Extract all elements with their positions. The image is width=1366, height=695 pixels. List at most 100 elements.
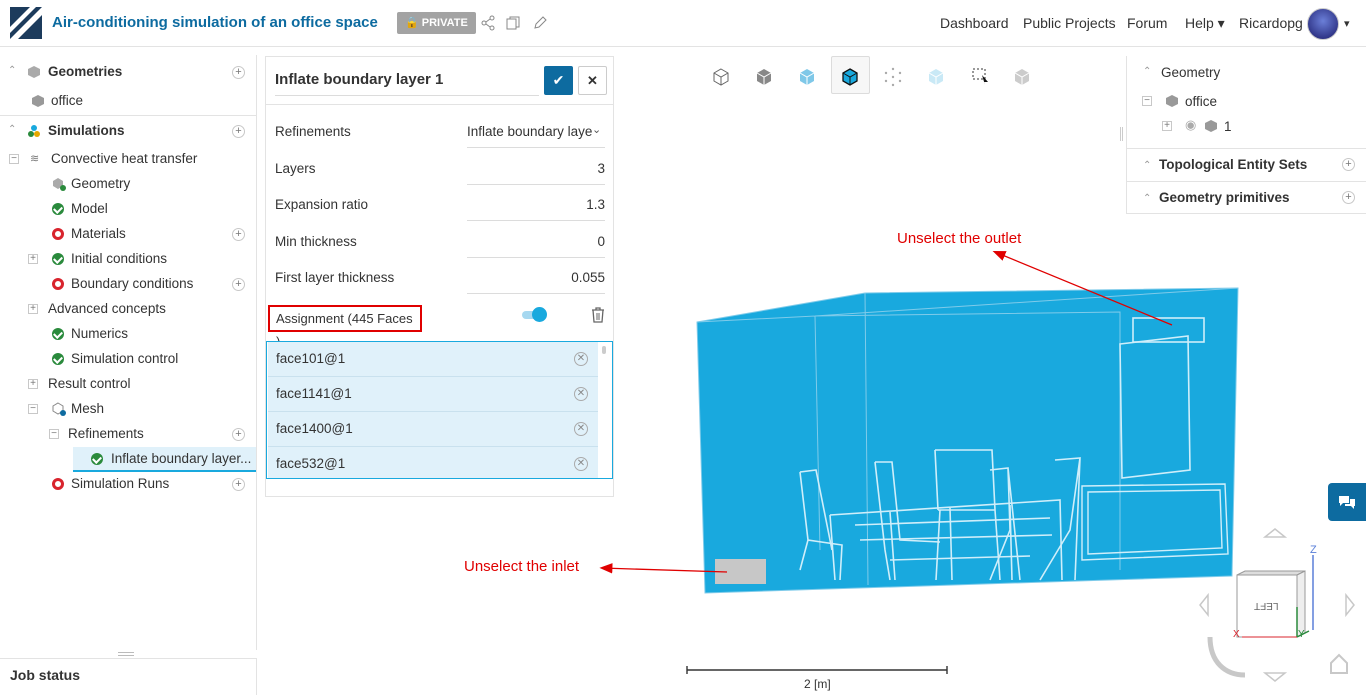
layers-input[interactable]: 3 <box>467 161 605 185</box>
tree-item-materials[interactable]: Materials <box>71 222 126 246</box>
property-panel: Inflate boundary layer 1 ✔ ✕ Refinements… <box>265 56 614 497</box>
collapse-icon[interactable]: ⌃ <box>1143 193 1151 204</box>
tree-geometries[interactable]: Geometries <box>48 60 122 84</box>
remove-icon[interactable]: ✕ <box>574 352 588 366</box>
collapse-box-icon[interactable]: − <box>9 154 19 164</box>
add-simulation-button[interactable]: + <box>232 125 245 138</box>
simscale-logo[interactable] <box>10 7 42 39</box>
check-icon <box>52 203 64 215</box>
resize-handle[interactable] <box>1120 127 1123 141</box>
refinements-select[interactable]: Inflate boundary laye <box>467 124 605 148</box>
add-refinement-button[interactable]: + <box>232 428 245 441</box>
surface-view-icon[interactable] <box>789 59 825 93</box>
edit-icon[interactable] <box>532 15 548 31</box>
assignment-label: Assignment (445 Faces ) <box>268 305 422 349</box>
resize-handle[interactable] <box>118 652 134 656</box>
tree-item-inflate-boundary-layer[interactable]: Inflate boundary layer... <box>111 447 251 471</box>
part-label[interactable]: 1 <box>1224 119 1232 134</box>
collapse-box-icon[interactable]: − <box>28 404 38 414</box>
axis-y-label: Y <box>1298 629 1305 640</box>
nav-public-projects[interactable]: Public Projects <box>1023 15 1116 31</box>
confirm-button[interactable]: ✔ <box>544 66 573 95</box>
list-item[interactable]: face532@1 ✕ <box>268 447 598 478</box>
add-boundary-condition-button[interactable]: + <box>232 278 245 291</box>
geometry-header[interactable]: Geometry <box>1161 65 1220 80</box>
collapse-icon[interactable]: ⌃ <box>1143 66 1151 77</box>
remove-icon[interactable]: ✕ <box>574 422 588 436</box>
nav-help[interactable]: Help ▾ <box>1185 15 1225 32</box>
job-status-panel[interactable]: Job status <box>0 658 257 695</box>
copy-icon[interactable] <box>505 15 521 31</box>
tree-sim-convective[interactable]: Convective heat transfer <box>51 147 197 171</box>
expand-box-icon[interactable]: + <box>1162 121 1172 131</box>
close-button[interactable]: ✕ <box>578 66 607 95</box>
geometry-panel: ⌃ Geometry − office + ◉ 1 ⌃ Topological … <box>1126 56 1366 214</box>
tree-item-simulation-control[interactable]: Simulation control <box>71 347 178 371</box>
avatar[interactable] <box>1307 8 1339 40</box>
user-name[interactable]: Ricardopg <box>1239 15 1303 31</box>
share-icon[interactable] <box>480 15 496 31</box>
collapse-icon[interactable]: ⌃ <box>1143 160 1151 171</box>
scrollbar[interactable] <box>602 346 606 354</box>
list-item[interactable]: face1400@1 ✕ <box>268 412 598 447</box>
tree-item-result-control[interactable]: Result control <box>48 372 131 396</box>
collapse-box-icon[interactable]: − <box>49 429 59 439</box>
simulation-tree: ⌃ Geometries + office ⌃ Simulations + − … <box>0 55 257 650</box>
expand-box-icon[interactable]: + <box>28 379 38 389</box>
nav-forum[interactable]: Forum <box>1127 15 1167 31</box>
expand-box-icon[interactable]: + <box>28 254 38 264</box>
tree-item-advanced-concepts[interactable]: Advanced concepts <box>48 297 166 321</box>
transparent-view-icon[interactable] <box>918 59 954 93</box>
solid-view-icon[interactable] <box>746 59 782 93</box>
topological-entity-sets-header[interactable]: Topological Entity Sets <box>1159 157 1307 172</box>
office-model[interactable] <box>690 280 1240 600</box>
box-select-icon[interactable] <box>962 59 998 93</box>
tree-item-office[interactable]: office <box>1185 94 1217 109</box>
collapse-box-icon[interactable]: − <box>1142 96 1152 106</box>
wireframe-surface-icon[interactable] <box>832 59 868 93</box>
tree-item-office[interactable]: office <box>51 89 83 113</box>
tree-item-mesh[interactable]: Mesh <box>71 397 104 421</box>
tree-item-simulation-runs[interactable]: Simulation Runs <box>71 472 169 496</box>
min-thickness-label: Min thickness <box>275 234 357 249</box>
tree-simulations[interactable]: Simulations <box>48 119 125 143</box>
chat-button[interactable] <box>1328 483 1366 521</box>
chevron-down-icon[interactable]: ▾ <box>1344 17 1350 30</box>
trash-icon[interactable] <box>591 307 605 323</box>
add-geometry-button[interactable]: + <box>232 66 245 79</box>
eye-icon[interactable]: ◉ <box>1185 117 1196 133</box>
nav-dashboard[interactable]: Dashboard <box>940 15 1009 31</box>
chat-icon <box>1339 496 1355 509</box>
geometry-primitives-header[interactable]: Geometry primitives <box>1159 190 1290 205</box>
collapse-icon[interactable]: ⌃ <box>8 124 16 135</box>
collapse-icon[interactable]: ⌃ <box>8 65 16 76</box>
add-primitive-button[interactable]: + <box>1342 191 1355 204</box>
list-item[interactable]: face1141@1 ✕ <box>268 377 598 412</box>
tree-item-model[interactable]: Model <box>71 197 108 221</box>
first-layer-thickness-input[interactable]: 0.055 <box>467 270 605 294</box>
min-thickness-input[interactable]: 0 <box>467 234 605 258</box>
add-material-button[interactable]: + <box>232 228 245 241</box>
tree-item-refinements[interactable]: Refinements <box>68 422 144 446</box>
expansion-ratio-input[interactable]: 1.3 <box>467 197 605 221</box>
list-item[interactable]: face101@1 ✕ <box>268 342 598 377</box>
remove-icon[interactable]: ✕ <box>574 457 588 471</box>
view-cube-icon[interactable] <box>703 59 739 93</box>
tree-item-numerics[interactable]: Numerics <box>71 322 128 346</box>
section-view-icon[interactable] <box>1004 59 1040 93</box>
add-entity-set-button[interactable]: + <box>1342 158 1355 171</box>
points-view-icon[interactable] <box>875 59 911 93</box>
tree-item-boundary-conditions[interactable]: Boundary conditions <box>71 272 193 296</box>
remove-icon[interactable]: ✕ <box>574 387 588 401</box>
tree-item-initial-conditions[interactable]: Initial conditions <box>71 247 167 271</box>
top-bar: Air-conditioning simulation of an office… <box>0 0 1366 47</box>
expand-box-icon[interactable]: + <box>28 304 38 314</box>
face-list: face101@1 ✕ face1141@1 ✕ face1400@1 ✕ face5… <box>266 341 613 479</box>
panel-title[interactable]: Inflate boundary layer 1 <box>275 71 539 96</box>
tree-item-geometry[interactable]: Geometry <box>71 172 130 196</box>
error-icon <box>52 228 64 240</box>
chevron-down-icon[interactable]: ⌄ <box>592 123 601 136</box>
geometry-check-icon <box>53 178 66 191</box>
geometries-icon <box>28 66 40 78</box>
add-run-button[interactable]: + <box>232 478 245 491</box>
